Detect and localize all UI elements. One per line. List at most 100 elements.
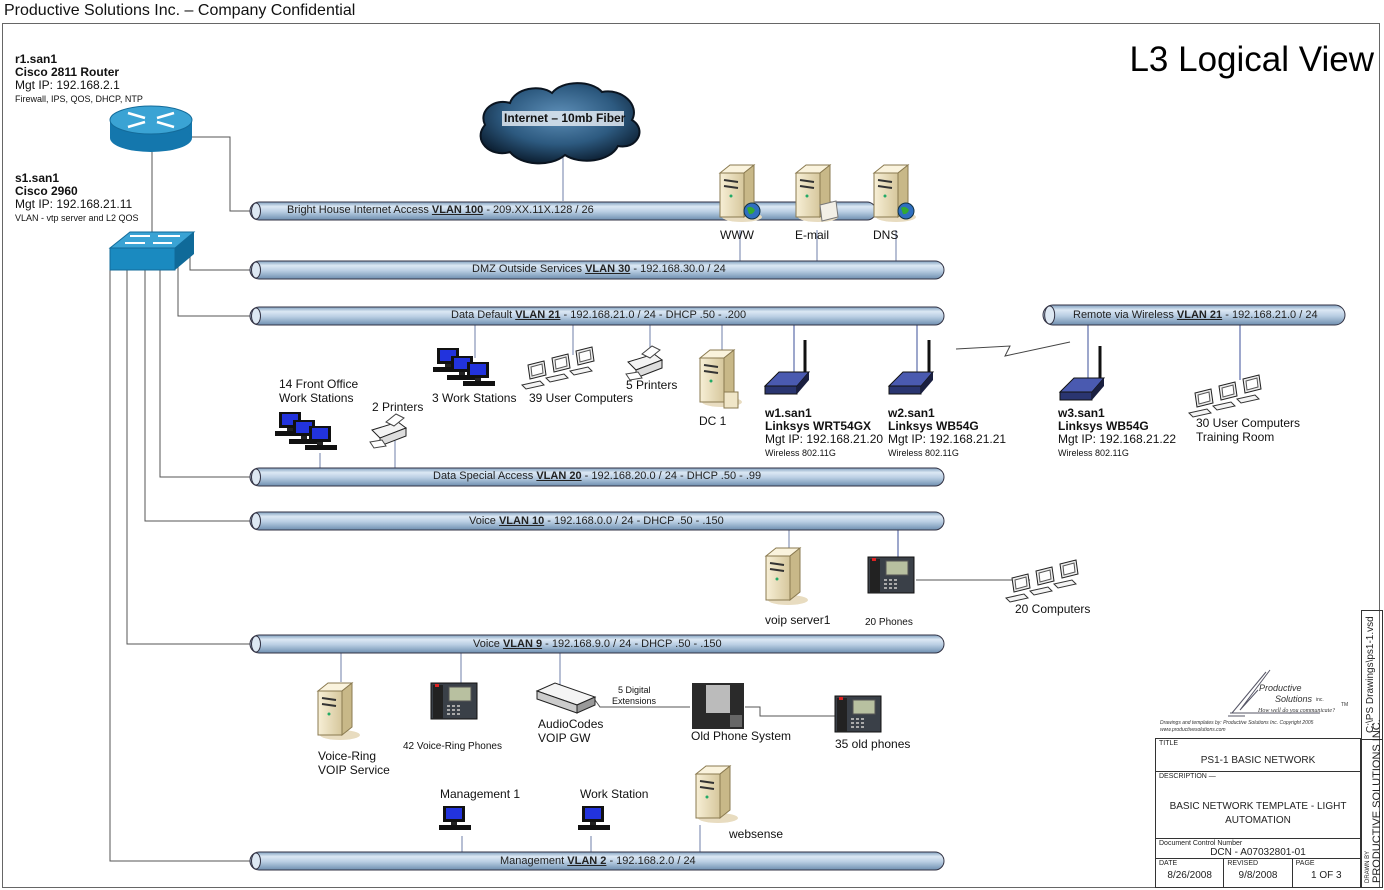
dcn-value: DCN - A07032801-01 [1210, 847, 1306, 858]
w3-label: w3.san1 Linksys WB54G Mgt IP: 192.168.21.2… [1058, 406, 1177, 459]
front-office-label-2: Work Stations [279, 391, 354, 405]
connection-lines [109, 136, 1241, 862]
workstations-3-label: 3 Work Stations [432, 391, 517, 405]
old-phone-system-label: Old Phone System [691, 729, 792, 743]
switch-label: s1.san1 Cisco 2960 Mgt IP: 192.168.21.11… [15, 172, 139, 225]
router-mgt-ip: Mgt IP: 192.168.2.1 [15, 78, 120, 92]
file-path: C:\PS Drawings\ps1-1.vsd [1365, 616, 1376, 733]
voip-server1-icon [764, 546, 808, 605]
w2-label: w2.san1 Linksys WB54G Mgt IP: 192.168.21.2… [888, 406, 1007, 459]
training-computers-icon-3 [1236, 374, 1262, 404]
user-computers-39-icon-2 [545, 353, 571, 383]
dcn-row: Document Control Number DCN - A07032801-… [1156, 839, 1360, 859]
dns-server-label: DNS [873, 228, 899, 242]
dns-server-icon [872, 163, 916, 222]
phones-20-label: 20 Phones [865, 617, 913, 628]
drawn-by-value: PRODUCTIVE SOLUTIONS INC. [1371, 719, 1383, 883]
email-server-label: E-mail [795, 228, 830, 242]
audiocodes-label-2: VOIP GW [538, 731, 591, 745]
drawing-description: BASIC NETWORK TEMPLATE - LIGHT AUTOMATIO… [1169, 801, 1347, 826]
workstations-3-icon-3 [463, 362, 495, 386]
dc1-label: DC 1 [699, 414, 727, 428]
digital-ext-label-2: Extensions [612, 696, 657, 706]
switch-mgt-ip: Mgt IP: 192.168.21.11 [15, 197, 133, 211]
voice-ring-label-1: Voice-Ring [318, 749, 377, 763]
revised-value: 9/8/2008 [1238, 870, 1278, 881]
w1-label: w1.san1 Linksys WRT54GX Mgt IP: 192.168.21… [765, 406, 884, 459]
training-computers-icon-2 [1212, 381, 1238, 411]
vlan-10-label: Voice VLAN 10 - 192.168.0.0 / 24 - DHCP … [469, 515, 724, 527]
voice-ring-phones-icon [430, 682, 478, 720]
side-info-box: C:\PS Drawings\ps1-1.vsd DRAWN BY PRODUC… [1361, 610, 1383, 888]
w2-access-point-icon [887, 340, 935, 395]
computers-20-icon-2 [1029, 566, 1055, 596]
dc1-server-icon [698, 348, 742, 409]
user-computers-39-icon-1 [521, 360, 547, 390]
logo-text-1: Productive [1259, 683, 1302, 693]
w3-access-point-icon [1058, 346, 1106, 401]
vlan-100-label: Bright House Internet Access VLAN 100 - … [287, 204, 594, 216]
logo-tm: TM [1341, 702, 1349, 708]
management1-label: Management 1 [440, 787, 521, 801]
date-value: 8/26/2008 [1167, 870, 1212, 881]
drawing-title: PS1-1 BASIC NETWORK [1200, 755, 1316, 766]
workstation-label: Work Station [580, 787, 649, 801]
description-row: DESCRIPTION — BASIC NETWORK TEMPLATE - L… [1156, 772, 1360, 839]
vlan-9-label: Voice VLAN 9 - 192.168.9.0 / 24 - DHCP .… [473, 638, 722, 650]
printers-2-label: 2 Printers [372, 400, 424, 414]
user-computers-39-label: 39 User Computers [529, 391, 634, 405]
page-value: 1 OF 3 [1311, 870, 1342, 881]
front-office-label-1: 14 Front Office [279, 377, 359, 391]
printers-5-icon [625, 345, 664, 381]
audiocodes-label-1: AudioCodes [538, 717, 604, 731]
w1-access-point-icon [763, 340, 811, 395]
www-server-icon [718, 163, 762, 222]
phones-20-icon [867, 556, 915, 594]
router-label: r1.san1 Cisco 2811 Router Mgt IP: 192.16… [15, 53, 143, 106]
websense-label: websense [729, 827, 784, 841]
voice-ring-server-icon [316, 681, 360, 740]
switch-name: s1.san1 [15, 171, 60, 185]
vlan-30-label: DMZ Outside Services VLAN 30 - 192.168.3… [472, 263, 726, 275]
www-server-label: WWW [720, 228, 754, 242]
logo-tagline: How well do you communicate? [1258, 708, 1335, 714]
voice-ring-label-2: VOIP Service [318, 763, 390, 777]
voip-server1-label: voip server1 [765, 613, 831, 627]
switch-icon [108, 231, 196, 271]
printers-5-label: 5 Printers [626, 378, 678, 392]
switch-features: VLAN - vtp server and L2 QOS [15, 213, 139, 223]
audiocodes-gateway-icon [535, 682, 597, 714]
logo-url: www.productivesolutions.com [1160, 727, 1226, 733]
front-office-ws-icon-3 [305, 426, 337, 450]
computers-20-icon-1 [1005, 573, 1031, 603]
printers-2-icon [369, 413, 408, 449]
old-phone-system-icon [692, 683, 744, 729]
vlan-21-remote-label: Remote via Wireless VLAN 21 - 192.168.21… [1073, 309, 1318, 321]
vlan-2-label: Management VLAN 2 - 192.168.2.0 / 24 [500, 855, 696, 867]
cloud-label: Internet – 10mb Fiber [504, 111, 626, 125]
training-label-1: 30 User Computers [1196, 416, 1301, 430]
vlan-20-label: Data Special Access VLAN 20 - 192.168.20… [433, 470, 762, 482]
training-computers-icon-1 [1188, 388, 1214, 418]
training-label-2: Training Room [1196, 430, 1275, 444]
title-row: TITLE PS1-1 BASIC NETWORK [1156, 739, 1360, 772]
email-server-icon [794, 163, 839, 222]
date-row: DATE 8/26/2008 REVISED 9/8/2008 PAGE 1 OF 3 [1156, 859, 1360, 887]
mgmt-workstation-icon [578, 806, 610, 830]
user-computers-39-icon-3 [569, 346, 595, 376]
old-phones-label: 35 old phones [835, 737, 911, 751]
router-model: Cisco 2811 Router [15, 65, 120, 79]
voice-ring-phones-label: 42 Voice-Ring Phones [403, 741, 502, 752]
logo-text-2: Solutions [1275, 694, 1313, 704]
logo-credit: Drawings and templates by: Productive So… [1160, 720, 1314, 726]
old-phones-icon [834, 695, 882, 733]
management1-workstation-icon [439, 806, 471, 830]
websense-server-icon [694, 764, 738, 823]
router-name: r1.san1 [15, 52, 58, 66]
computers-20-label: 20 Computers [1015, 602, 1091, 616]
vlan-21-label: Data Default VLAN 21 - 192.168.21.0 / 24… [451, 309, 747, 321]
router-icon [109, 105, 193, 152]
router-features: Firewall, IPS, QOS, DHCP, NTP [15, 94, 143, 104]
title-block: TITLE PS1-1 BASIC NETWORK DESCRIPTION — … [1155, 738, 1361, 888]
computers-20-icon-3 [1053, 559, 1079, 589]
